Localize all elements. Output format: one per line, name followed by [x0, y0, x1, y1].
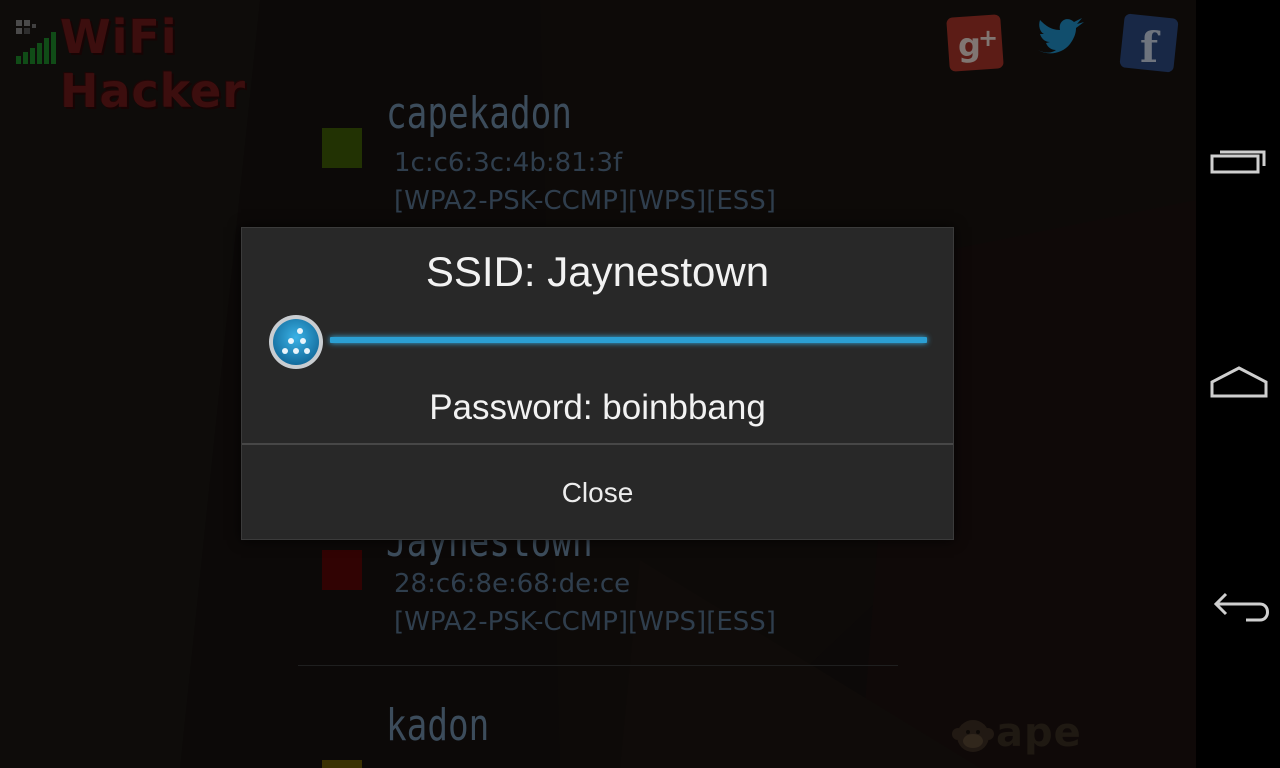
password-text: Password: boinbbang	[429, 388, 766, 427]
network-scan-icon	[267, 313, 325, 371]
recent-apps-icon	[1210, 150, 1266, 174]
back-button[interactable]	[1206, 574, 1272, 634]
home-button[interactable]	[1206, 352, 1272, 412]
back-icon	[1213, 592, 1269, 622]
dialog-title: SSID: Jaynestown	[425, 248, 770, 295]
home-icon	[1210, 366, 1268, 398]
navigation-bar	[1196, 0, 1280, 768]
recent-apps-button[interactable]	[1206, 130, 1272, 190]
progress-bar	[330, 337, 927, 343]
close-button[interactable]: Close	[242, 445, 953, 540]
password-dialog: SSID: Jaynestown Password: boinbbang Clo…	[241, 227, 954, 540]
app-screen: WiFi Hacker g + f capekadon 1c:c6:3c:4b:…	[0, 0, 1196, 768]
